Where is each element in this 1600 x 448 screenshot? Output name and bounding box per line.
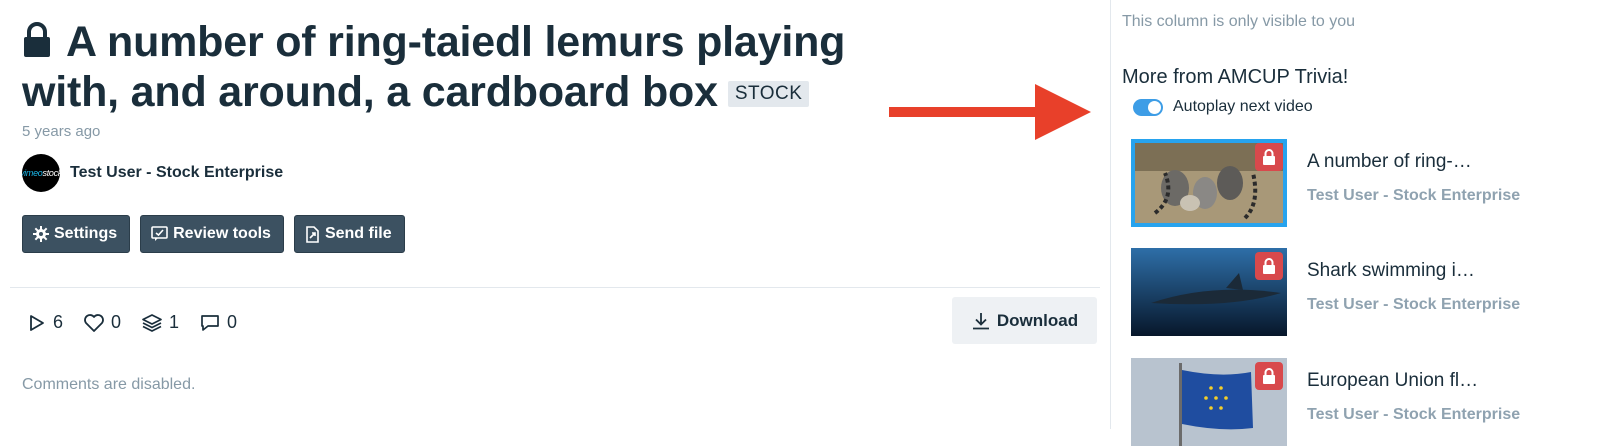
review-tools-button[interactable]: Review tools	[140, 215, 284, 253]
video-thumbnail[interactable]	[1131, 358, 1287, 446]
sidebar-item-owner[interactable]: Test User - Stock Enterprise	[1307, 187, 1520, 205]
autoplay-toggle[interactable]	[1133, 98, 1163, 116]
sidebar-item-owner[interactable]: Test User - Stock Enterprise	[1307, 296, 1520, 314]
heart-icon	[84, 313, 104, 332]
autoplay-control[interactable]: Autoplay next video	[1133, 98, 1313, 116]
download-icon	[972, 312, 989, 329]
sidebar-item[interactable]: Shark swimming i… Test User - Stock Ente…	[1131, 248, 1591, 338]
lock-icon	[1255, 252, 1283, 280]
send-file-icon	[306, 225, 319, 243]
settings-label: Settings	[54, 225, 118, 242]
video-title-text: A number of ring-taiedl lemurs playing w…	[22, 18, 846, 116]
sidebar-item-title[interactable]: A number of ring-…	[1307, 151, 1472, 173]
download-button[interactable]: Download	[952, 297, 1097, 344]
sidebar-title: More from AMCUP Trivia!	[1122, 66, 1349, 88]
owner-name[interactable]: Test User - Stock Enterprise	[70, 164, 283, 182]
collections-count: 1	[169, 312, 180, 332]
autoplay-label: Autoplay next video	[1173, 98, 1313, 115]
sidebar: This column is only visible to you More …	[1110, 0, 1600, 446]
video-title: A number of ring-taiedl lemurs playing w…	[22, 18, 902, 116]
action-buttons: Settings Review tools Send file	[22, 215, 415, 253]
send-file-button[interactable]: Send file	[293, 215, 405, 253]
red-arrow-annotation	[889, 84, 1091, 140]
lock-icon	[1255, 143, 1283, 171]
comments-status: Comments are disabled.	[22, 376, 196, 393]
video-stats: 6 0 1 0	[27, 312, 257, 333]
play-icon	[30, 314, 44, 331]
plays-stat: 6	[27, 312, 63, 333]
video-thumbnail[interactable]	[1131, 248, 1287, 336]
owner-info[interactable]: vimeostock Test User - Stock Enterprise	[22, 154, 283, 192]
likes-count: 0	[111, 312, 122, 332]
likes-stat[interactable]: 0	[83, 312, 121, 333]
gear-icon	[33, 226, 49, 242]
lock-icon	[22, 20, 52, 68]
stock-badge: STOCK	[727, 81, 810, 107]
comment-icon	[201, 314, 219, 331]
video-thumbnail[interactable]	[1131, 139, 1287, 227]
sidebar-visibility-note: This column is only visible to you	[1122, 13, 1355, 30]
video-main-column: A number of ring-taiedl lemurs playing w…	[0, 0, 1110, 429]
send-file-label: Send file	[324, 225, 392, 242]
collections-stat[interactable]: 1	[141, 312, 179, 333]
review-tools-label: Review tools	[173, 225, 271, 242]
layers-icon	[142, 313, 162, 332]
avatar[interactable]: vimeostock	[22, 154, 60, 192]
sidebar-item[interactable]: European Union fl… Test User - Stock Ent…	[1131, 358, 1591, 448]
review-icon	[151, 226, 168, 241]
sidebar-item-owner[interactable]: Test User - Stock Enterprise	[1307, 406, 1520, 424]
comments-stat[interactable]: 0	[199, 312, 237, 333]
sidebar-item-title[interactable]: Shark swimming i…	[1307, 260, 1475, 282]
sidebar-item-title[interactable]: European Union fl…	[1307, 370, 1478, 392]
download-label: Download	[996, 310, 1079, 330]
comments-count: 0	[227, 312, 238, 332]
sidebar-item[interactable]: A number of ring-… Test User - Stock Ent…	[1131, 139, 1591, 229]
lock-icon	[1255, 362, 1283, 390]
upload-time: 5 years ago	[22, 123, 101, 140]
divider	[10, 287, 1100, 288]
settings-button[interactable]: Settings	[22, 215, 131, 253]
plays-count: 6	[53, 312, 64, 332]
